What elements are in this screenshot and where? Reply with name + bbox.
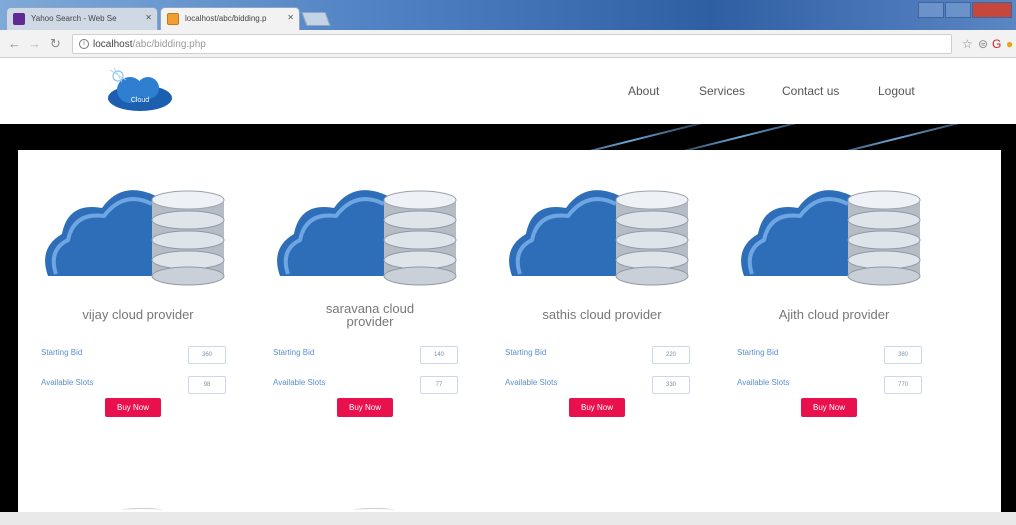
- available-slots-input[interactable]: 770: [884, 376, 922, 394]
- available-slots-label: Available Slots: [273, 378, 326, 387]
- close-icon[interactable]: ✕: [145, 13, 152, 22]
- database-icon: [383, 190, 457, 286]
- window-close-button[interactable]: [972, 2, 1012, 18]
- new-tab-button[interactable]: [301, 12, 331, 26]
- database-icon: [847, 190, 921, 286]
- provider-card: Ajith cloud provider Starting Bid 380 Av…: [734, 150, 944, 430]
- logo-text: Cloud: [131, 97, 149, 104]
- browser-titlebar: Yahoo Search - Web Se ✕ localhost/abc/bi…: [0, 0, 1016, 30]
- available-slots-input[interactable]: 98: [188, 376, 226, 394]
- horizontal-scrollbar[interactable]: [0, 512, 1016, 525]
- cloud-storage-icon: [277, 190, 457, 286]
- provider-name: sathis cloud provider: [542, 307, 662, 322]
- minimize-button[interactable]: [918, 2, 944, 18]
- starting-bid-label: Starting Bid: [737, 348, 779, 357]
- starting-bid-label: Starting Bid: [505, 348, 547, 357]
- starting-bid-label: Starting Bid: [273, 348, 315, 357]
- page-border-left: [0, 150, 18, 515]
- nav-services[interactable]: Services: [699, 84, 745, 98]
- cloud-storage-icon: [45, 190, 225, 286]
- site-header: Cloud About Services Contact us Logout: [0, 58, 1016, 124]
- url-input[interactable]: i localhost/abc/bidding.php: [72, 34, 952, 54]
- available-slots-input[interactable]: 330: [652, 376, 690, 394]
- star-icon[interactable]: ☆: [962, 37, 973, 51]
- tab-label: localhost/abc/bidding.p: [185, 14, 267, 23]
- yahoo-icon: [13, 13, 25, 25]
- available-slots-label: Available Slots: [505, 378, 558, 387]
- hero-banner: [0, 124, 1016, 150]
- close-icon[interactable]: ✕: [287, 13, 294, 22]
- buy-now-button[interactable]: Buy Now: [569, 398, 625, 417]
- buy-now-button[interactable]: Buy Now: [105, 398, 161, 417]
- available-slots-input[interactable]: 77: [420, 376, 458, 394]
- nav-contact-us[interactable]: Contact us: [782, 84, 839, 98]
- starting-bid-input[interactable]: 380: [884, 346, 922, 364]
- extension-icon-yellow[interactable]: ●: [1006, 37, 1013, 51]
- extension-icon[interactable]: ⊜: [978, 37, 988, 51]
- available-slots-label: Available Slots: [41, 378, 94, 387]
- tab-label: Yahoo Search - Web Se: [31, 14, 117, 23]
- provider-name: vijay cloud provider: [82, 307, 194, 322]
- window-controls: [918, 2, 1012, 18]
- database-icon: [151, 190, 225, 286]
- cloud-storage-icon: [741, 190, 921, 286]
- provider-card: vijay cloud provider Starting Bid 360 Av…: [38, 150, 248, 430]
- browser-tab-localhost[interactable]: localhost/abc/bidding.p ✕: [160, 7, 300, 30]
- extension-icon-red[interactable]: G: [992, 37, 1001, 51]
- nav-about[interactable]: About: [628, 84, 659, 98]
- cloud-logo-icon[interactable]: Cloud: [104, 66, 174, 114]
- page-border-right: [1001, 150, 1016, 515]
- cloud-storage-icon: [509, 190, 689, 286]
- url-path: /abc/bidding.php: [132, 39, 206, 50]
- available-slots-label: Available Slots: [737, 378, 790, 387]
- starting-bid-input[interactable]: 220: [652, 346, 690, 364]
- reload-icon[interactable]: ↻: [50, 36, 61, 52]
- provider-name: Ajith cloud provider: [778, 307, 890, 322]
- provider-grid: vijay cloud provider Starting Bid 360 Av…: [18, 150, 1001, 512]
- url-host: localhost: [93, 39, 133, 50]
- browser-tab-yahoo[interactable]: Yahoo Search - Web Se ✕: [6, 7, 158, 30]
- provider-card: saravana cloud provider Starting Bid 140…: [270, 150, 480, 430]
- database-icon: [615, 190, 689, 286]
- provider-name: saravana cloud provider: [325, 301, 415, 329]
- forward-arrow-icon[interactable]: →: [28, 36, 41, 51]
- starting-bid-input[interactable]: 360: [188, 346, 226, 364]
- info-icon[interactable]: i: [79, 39, 89, 49]
- starting-bid-input[interactable]: 140: [420, 346, 458, 364]
- nav-logout[interactable]: Logout: [878, 84, 915, 98]
- provider-card: sathis cloud provider Starting Bid 220 A…: [502, 150, 712, 430]
- back-arrow-icon[interactable]: ←: [8, 36, 21, 51]
- page-icon: [167, 13, 179, 25]
- maximize-button[interactable]: [945, 2, 971, 18]
- starting-bid-label: Starting Bid: [41, 348, 83, 357]
- buy-now-button[interactable]: Buy Now: [337, 398, 393, 417]
- buy-now-button[interactable]: Buy Now: [801, 398, 857, 417]
- address-bar: ← → ↻ i localhost/abc/bidding.php ☆ ⊜ G …: [0, 30, 1016, 58]
